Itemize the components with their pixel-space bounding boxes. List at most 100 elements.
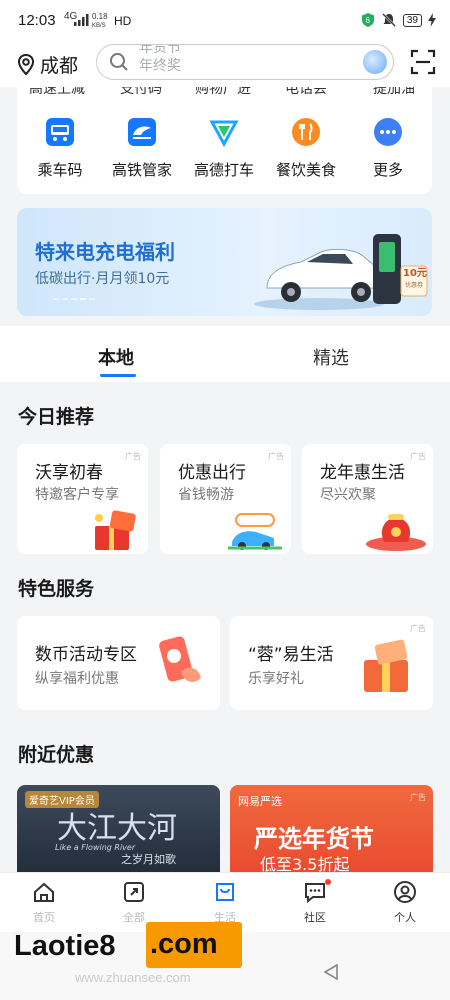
card-title: 沃享初春 [35,463,103,483]
location-pin-icon [17,53,35,75]
shield-icon: 6 [361,13,374,27]
coupon-amount: 10元 [403,268,427,279]
featured-card-rong-life[interactable]: 广告 “蓉”易生活 乐享好礼 [230,616,433,710]
yanxuan-title: 严选年货节 [254,825,374,853]
service-label: 餐饮美食 [275,161,336,179]
service-more[interactable]: 更多 [343,117,432,180]
watermark-com: .com [146,922,242,968]
card-title: 优惠出行 [178,463,246,483]
section-title-featured: 特色服务 [18,578,95,600]
tab-featured[interactable]: 精选 [313,344,349,370]
hd-indicator: HD [114,14,132,28]
service-label: 高德打车 [193,161,254,179]
cut-item-5[interactable]: 提加油 [373,87,415,98]
banner-title: 特来电充电福利 [35,240,175,264]
battery-indicator: 39 [402,13,422,27]
service-dining[interactable]: 餐饮美食 [261,117,351,180]
gift-box-icon [95,510,136,550]
ev-car-illustration [254,234,428,310]
yanxuan-subtitle: 低至3.5折起 [260,855,350,872]
section-title-today: 今日推荐 [18,406,95,428]
service-bus-code[interactable]: 乘车码 [17,117,105,180]
apps-icon [124,882,144,902]
home-icon [34,882,54,902]
service-train[interactable]: 高铁管家 [97,117,187,180]
nav-label: 社区 [304,911,326,924]
ad-label: 广告 [268,452,284,461]
drama-subtitle: 之岁月如歌 [121,853,176,866]
cut-item-3[interactable]: 购物广进 [195,87,251,98]
phone-coupon-icon [159,636,201,682]
gift-box-icon [364,639,408,692]
lucky-bag-icon [366,514,426,551]
shopping-bag-icon [216,883,234,901]
city-selector[interactable]: 成都 [16,51,78,78]
charging-icon [428,13,436,27]
ad-label: 广告 [125,452,141,461]
tab-local[interactable]: 本地 [98,344,134,370]
more-icon [374,118,402,146]
watermark-text: Laotie8 [14,930,116,962]
city-name: 成都 [40,55,79,77]
section-title-nearby: 附近优惠 [18,744,95,766]
nav-all[interactable]: 全部 [104,881,164,925]
service-label: 高铁管家 [111,161,172,179]
card-title: “蓉”易生活 [248,645,334,665]
card-title: 数币活动专区 [35,645,137,665]
today-card-1[interactable]: 广告 沃享初春 特邀客户专享 [17,444,148,554]
search-icon [110,53,128,71]
status-bar: 12:03 4G 0.18 KB/S HD 6 39 [0,0,450,42]
card-subtitle: 省钱畅游 [178,487,234,503]
feed: 今日推荐 广告 沃享初春 特邀客户专享 广告 优惠出行 省钱畅游 广告 龙年惠生… [0,382,450,872]
ad-label: 广告 [410,793,426,802]
nav-home[interactable]: 首页 [14,881,74,925]
user-icon [394,881,416,903]
mute-bell-icon [381,13,396,27]
cut-item-4[interactable]: 电话会 [285,87,327,98]
back-icon[interactable] [322,963,340,981]
search-placeholder: 年货节 年终奖 [139,44,181,74]
coupon-note: 优惠券 [405,282,424,289]
service-label: 更多 [372,161,403,179]
search-input[interactable]: 年货节 年终奖 [96,44,394,80]
signal-icon [74,14,89,26]
promo-banner[interactable]: 特来电充电福利 低碳出行·月月领10元 10元 优惠券 [17,208,432,316]
today-card-2[interactable]: 广告 优惠出行 省钱畅游 [160,444,291,554]
service-amap-taxi[interactable]: 高德打车 [179,117,269,180]
notification-dot [325,879,331,885]
tab-indicator [100,374,136,377]
featured-card-digital-currency[interactable]: 数币活动专区 纵享福利优惠 [17,616,220,710]
banner-subtitle: 低碳出行·月月领10元 [35,271,170,287]
card-subtitle: 特邀客户专享 [35,487,119,503]
card-title: 龙年惠生活 [320,463,405,483]
chat-icon [305,883,325,904]
nav-label: 个人 [394,911,416,924]
voice-search-icon[interactable] [363,50,387,74]
banner-pager [53,298,95,300]
service-grid: 高速上减 支付码 购物广进 电话会 提加油 乘车码 高铁管家 高德打车 餐饮美食… [17,87,432,194]
nav-life[interactable]: 生活 [195,881,255,925]
nav-community[interactable]: 社区 [285,879,345,925]
scan-icon[interactable] [410,49,436,75]
yanxuan-brand: 网易严选 [238,795,282,808]
network-speed: 0.18 KB/S [92,12,108,30]
dining-icon [292,118,320,146]
svg-text:6: 6 [365,16,370,25]
header: 成都 年货节 年终奖 [0,42,450,87]
cut-item-1[interactable]: 高速上减 [29,87,85,98]
amap-taxi-icon [209,120,239,148]
nearby-card-iqiyi[interactable]: 爱奇艺VIP会员 大江大河 Like a Flowing River 之岁月如歌 [17,785,220,872]
train-icon [128,118,156,146]
nav-label: 首页 [33,911,55,924]
nav-profile[interactable]: 个人 [375,881,435,925]
bus-code-icon [46,118,74,146]
cut-item-2[interactable]: 支付码 [120,87,162,98]
drama-title: 大江大河 [57,811,177,846]
nearby-card-yanxuan[interactable]: 广告 网易严选 严选年货节 低至3.5折起 [230,785,433,872]
ad-label: 广告 [410,624,426,633]
today-card-3[interactable]: 广告 龙年惠生活 尽兴欢聚 [302,444,433,554]
service-label: 乘车码 [37,161,83,179]
tab-bar: 本地 精选 [0,326,450,383]
status-time: 12:03 [18,12,56,29]
card-subtitle: 纵享福利优惠 [35,671,119,687]
